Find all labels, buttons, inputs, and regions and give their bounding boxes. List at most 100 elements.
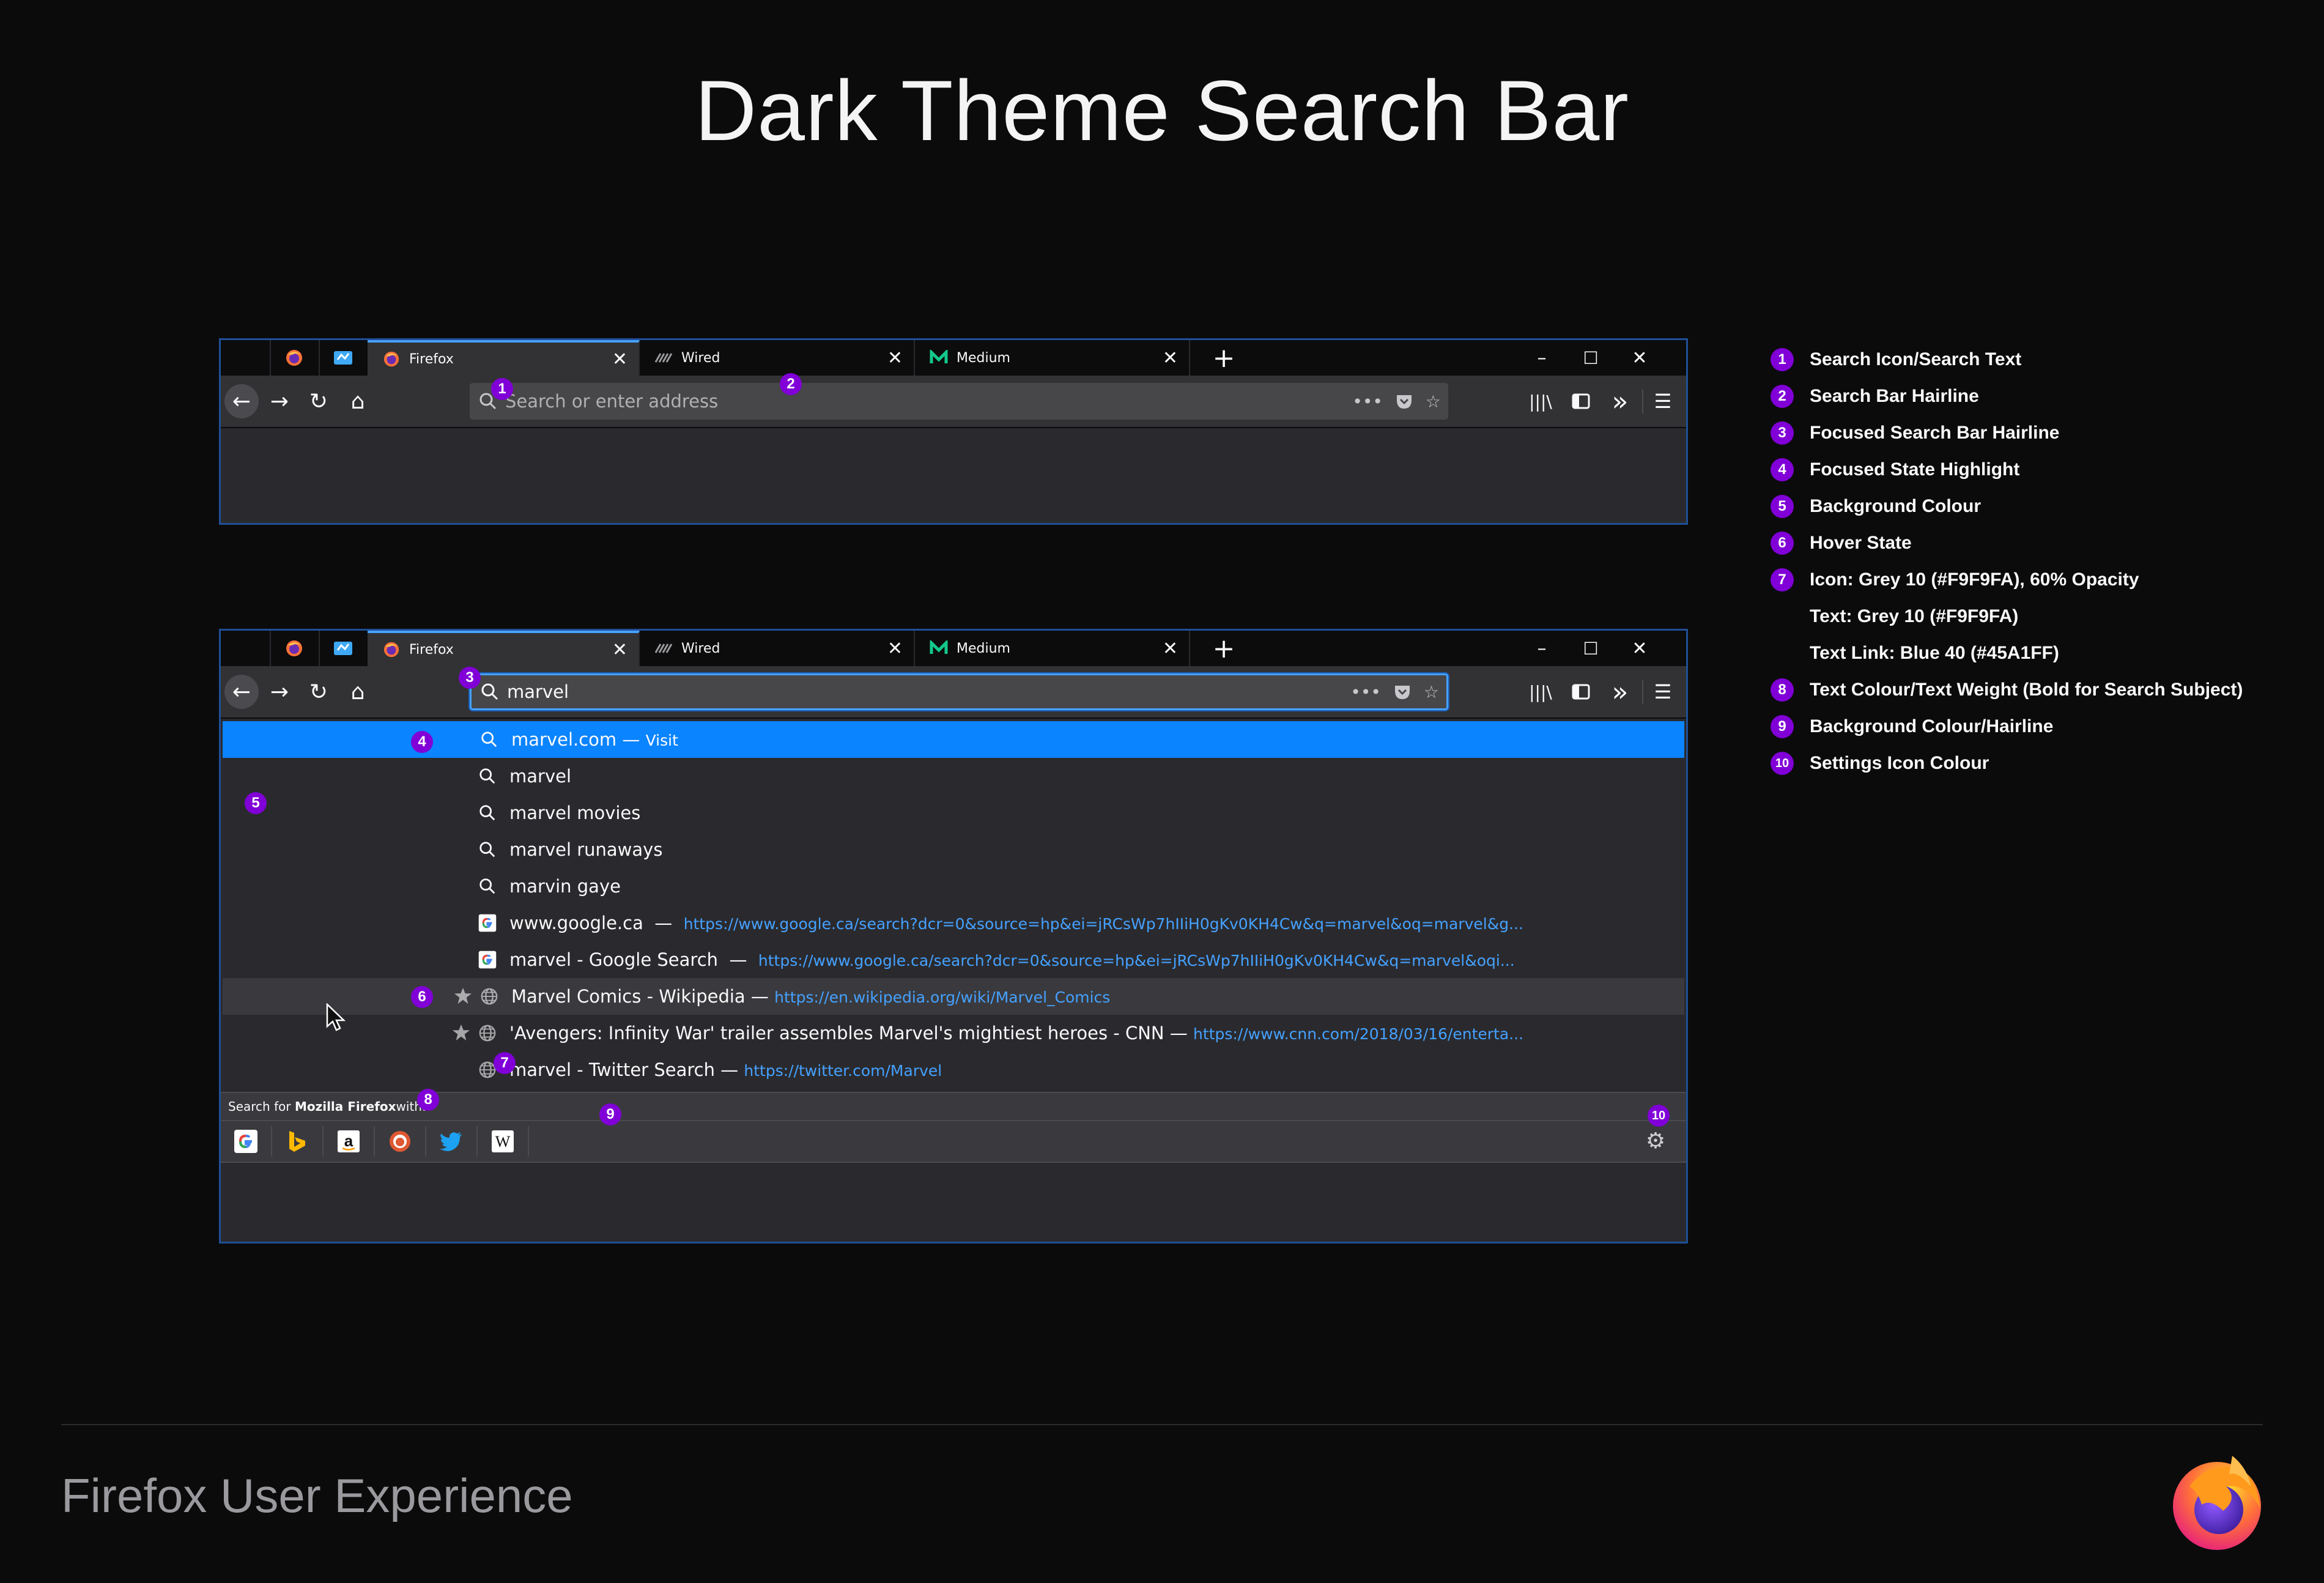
- callout-badge: 4: [411, 731, 433, 753]
- close-icon[interactable]: ✕: [887, 638, 903, 659]
- wired-icon: [654, 639, 673, 658]
- search-placeholder: Search or enter address: [505, 391, 719, 412]
- legend-text: Background Colour: [1810, 496, 1982, 516]
- close-icon[interactable]: ✕: [612, 349, 627, 370]
- engine-wikipedia[interactable]: W: [478, 1126, 529, 1157]
- tab-label: Wired: [681, 640, 720, 656]
- new-tab-button[interactable]: +: [1202, 631, 1245, 666]
- result-row[interactable]: marvel.com — Visit: [223, 721, 1684, 758]
- result-row[interactable]: marvel - Twitter Search — https://twitte…: [221, 1051, 1686, 1088]
- result-row[interactable]: marvel movies: [221, 795, 1686, 831]
- page-actions-icon[interactable]: •••: [1352, 391, 1383, 412]
- engine-bing[interactable]: [272, 1126, 324, 1157]
- page-actions-icon[interactable]: •••: [1350, 682, 1381, 702]
- one-off-search-header: Search for Mozilla Firefox with:: [221, 1092, 1686, 1120]
- pinned-tab-app[interactable]: [319, 340, 369, 376]
- engine-duckduckgo[interactable]: [375, 1126, 426, 1157]
- minimize-button[interactable]: –: [1517, 631, 1566, 666]
- callout-badge: 2: [780, 373, 802, 395]
- tab-firefox[interactable]: Firefox ✕: [368, 631, 640, 666]
- forward-button[interactable]: →: [262, 384, 297, 418]
- svg-text:W: W: [495, 1133, 511, 1151]
- result-row[interactable]: marvin gaye: [221, 868, 1686, 905]
- tab-label: Firefox: [409, 351, 454, 367]
- search-input-value[interactable]: marvel: [507, 681, 569, 702]
- close-icon[interactable]: ✕: [1163, 638, 1178, 659]
- pocket-icon[interactable]: [1395, 393, 1413, 410]
- result-row[interactable]: marvel runaways: [221, 831, 1686, 868]
- sidebar-icon[interactable]: [1564, 384, 1598, 418]
- sidebar-icon[interactable]: [1564, 675, 1598, 709]
- result-row[interactable]: www.google.ca — https://www.google.ca/se…: [221, 905, 1686, 941]
- overflow-icon[interactable]: »: [1603, 384, 1637, 418]
- search-bar-focused[interactable]: marvel ••• ☆: [470, 673, 1448, 710]
- bookmark-star-icon[interactable]: ☆: [1424, 682, 1439, 702]
- tab-medium[interactable]: Medium ✕: [915, 340, 1190, 376]
- tab-wired[interactable]: Wired ✕: [640, 340, 915, 376]
- legend-item: 2 Search Bar Hairline: [1771, 378, 2243, 415]
- browser-window-focused: Firefox ✕ Wired ✕ Medium ✕ + – ☐ ✕ ← → ↻…: [219, 629, 1688, 1244]
- tab-bar: Firefox ✕ Wired ✕ Medium ✕ + – ☐ ✕: [221, 631, 1686, 666]
- bookmark-star-icon[interactable]: ☆: [1426, 391, 1441, 412]
- callout-badge: 10: [1648, 1105, 1670, 1127]
- result-row[interactable]: marvel: [221, 758, 1686, 795]
- legend-text: Search Icon/Search Text: [1810, 349, 2022, 369]
- settings-gear-icon[interactable]: ⚙: [1643, 1129, 1668, 1154]
- home-button[interactable]: ⌂: [341, 384, 375, 418]
- back-button[interactable]: ←: [224, 384, 259, 418]
- one-off-prefix: Search for: [228, 1099, 291, 1114]
- reload-button[interactable]: ↻: [302, 675, 336, 709]
- reload-button[interactable]: ↻: [302, 384, 336, 418]
- result-title: marvel: [509, 766, 572, 787]
- window-close-button[interactable]: ✕: [1615, 631, 1664, 666]
- home-button[interactable]: ⌂: [341, 675, 375, 709]
- tab-wired[interactable]: Wired ✕: [640, 631, 915, 666]
- result-row[interactable]: 'Avengers: Infinity War' trailer assembl…: [221, 1015, 1686, 1051]
- menu-icon[interactable]: ☰: [1646, 675, 1680, 709]
- search-icon: [478, 766, 497, 786]
- new-tab-button[interactable]: +: [1202, 340, 1245, 376]
- engine-twitter[interactable]: [426, 1126, 478, 1157]
- amazon-icon: a: [338, 1130, 360, 1152]
- close-icon[interactable]: ✕: [612, 639, 627, 661]
- pinned-tab-app[interactable]: [319, 631, 369, 666]
- close-icon[interactable]: ✕: [887, 347, 903, 369]
- close-icon[interactable]: ✕: [1163, 347, 1178, 369]
- medium-icon: [930, 639, 948, 658]
- search-icon: [479, 730, 499, 749]
- result-title: marvel - Twitter Search: [509, 1059, 715, 1080]
- window-close-button[interactable]: ✕: [1615, 340, 1664, 376]
- search-icon: [478, 803, 497, 823]
- callout-badge: 9: [599, 1103, 621, 1125]
- app-icon: [334, 351, 352, 365]
- result-row[interactable]: marvel - Google Search — https://www.goo…: [221, 941, 1686, 978]
- tab-label: Medium: [957, 640, 1010, 656]
- minimize-button[interactable]: –: [1517, 340, 1566, 376]
- pinned-tab-firefox[interactable]: [270, 340, 320, 376]
- legend-badge: 7: [1771, 568, 1794, 591]
- legend-item: 10 Settings Icon Colour: [1771, 745, 2243, 782]
- tab-firefox[interactable]: Firefox ✕: [368, 340, 640, 376]
- mouse-cursor-icon: [326, 1003, 346, 1031]
- engine-google[interactable]: [221, 1126, 272, 1157]
- duckduckgo-icon: [390, 1131, 410, 1152]
- menu-icon[interactable]: ☰: [1646, 384, 1680, 418]
- engine-amazon[interactable]: a: [324, 1126, 375, 1157]
- one-off-search-engines: a W ⚙: [221, 1120, 1686, 1163]
- back-button[interactable]: ←: [224, 675, 259, 709]
- maximize-button[interactable]: ☐: [1566, 631, 1615, 666]
- result-row[interactable]: Marvel Comics - Wikipedia — https://en.w…: [223, 978, 1684, 1015]
- pinned-tab-firefox[interactable]: [270, 631, 320, 666]
- search-icon: [481, 683, 498, 700]
- search-bar[interactable]: Search or enter address ••• ☆: [470, 383, 1448, 420]
- tab-medium[interactable]: Medium ✕: [915, 631, 1190, 666]
- library-icon[interactable]: |||\: [1523, 675, 1558, 709]
- forward-button[interactable]: →: [262, 675, 297, 709]
- library-icon[interactable]: |||\: [1523, 384, 1558, 418]
- pocket-icon[interactable]: [1393, 683, 1412, 700]
- tab-bar: Firefox ✕ Wired ✕ Medium ✕ + – ☐ ✕: [221, 340, 1686, 376]
- maximize-button[interactable]: ☐: [1566, 340, 1615, 376]
- overflow-icon[interactable]: »: [1603, 675, 1637, 709]
- legend-text: Icon: Grey 10 (#F9F9FA), 60% Opacity: [1810, 569, 2139, 590]
- result-title: marvel movies: [509, 803, 641, 823]
